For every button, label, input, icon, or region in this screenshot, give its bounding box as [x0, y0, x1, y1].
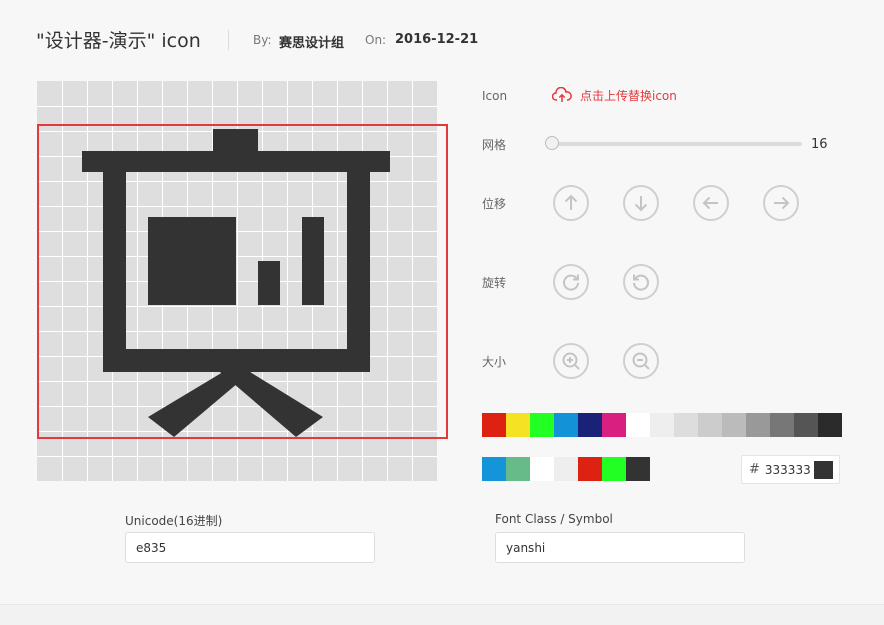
grid-size-slider[interactable] — [545, 136, 802, 151]
upload-icon-button[interactable]: 点击上传替换icon — [552, 86, 677, 104]
main-color-swatch[interactable] — [674, 413, 698, 437]
header-divider — [228, 30, 229, 50]
author-label: By: — [253, 33, 272, 47]
grid-label: 网格 — [482, 138, 507, 152]
icon-big-square — [148, 217, 236, 305]
size-label: 大小 — [482, 355, 507, 369]
main-color-swatch[interactable] — [722, 413, 746, 437]
icon-top-bar — [82, 151, 390, 172]
hash-symbol: # — [749, 462, 760, 477]
arrow-left-icon — [702, 196, 718, 210]
icon-tall-bar — [302, 217, 324, 305]
recent-color-swatch[interactable] — [578, 457, 602, 481]
upload-text: 点击上传替换icon — [580, 88, 677, 103]
main-color-swatch[interactable] — [602, 413, 626, 437]
rotate-clockwise-button[interactable] — [553, 264, 589, 300]
main-color-swatch[interactable] — [698, 413, 722, 437]
main-color-swatch[interactable] — [482, 413, 506, 437]
grid-size-value: 16 — [811, 137, 828, 152]
zoom-out-icon — [632, 352, 650, 370]
recent-color-swatch[interactable] — [602, 457, 626, 481]
icon-left-post — [103, 172, 126, 372]
page-title: "设计器-演示" icon — [36, 30, 201, 52]
move-up-button[interactable] — [553, 185, 589, 221]
main-color-swatch[interactable] — [794, 413, 818, 437]
rotate-label: 旋转 — [482, 276, 507, 290]
arrow-right-icon — [774, 196, 790, 210]
icon-right-leg — [220, 372, 323, 437]
move-left-button[interactable] — [693, 185, 729, 221]
zoom-out-button[interactable] — [623, 343, 659, 379]
main-color-swatch[interactable] — [746, 413, 770, 437]
font-class-label: Font Class / Symbol — [495, 512, 613, 526]
icon-small-bar — [258, 261, 280, 305]
recent-color-swatch[interactable] — [554, 457, 578, 481]
unicode-label: Unicode(16进制) — [125, 514, 223, 528]
slider-knob[interactable] — [545, 136, 559, 150]
header-bar: "设计器-演示" icon By: 赛思设计组 On: 2016-12-21 — [0, 0, 884, 80]
main-color-swatch[interactable] — [578, 413, 602, 437]
date-value: 2016-12-21 — [395, 32, 479, 47]
slider-track[interactable] — [552, 142, 802, 146]
footer-area — [0, 605, 884, 625]
recent-color-swatch[interactable] — [482, 457, 506, 481]
font-class-input[interactable] — [495, 532, 745, 563]
color-preview-swatch — [814, 461, 833, 479]
main-color-swatch[interactable] — [506, 413, 530, 437]
arrow-down-icon — [634, 196, 648, 212]
hex-color-value[interactable]: 333333 — [765, 463, 811, 477]
icon-grid-canvas[interactable] — [37, 81, 448, 481]
main-color-swatch[interactable] — [650, 413, 674, 437]
rotate-counterclockwise-button[interactable] — [623, 264, 659, 300]
main-color-swatch[interactable] — [554, 413, 578, 437]
cloud-upload-icon — [552, 87, 572, 102]
unicode-input[interactable] — [125, 532, 375, 563]
icon-mount-top — [213, 129, 258, 151]
recent-color-swatch[interactable] — [530, 457, 554, 481]
author-value: 赛思设计组 — [279, 36, 345, 51]
move-right-button[interactable] — [763, 185, 799, 221]
icon-bottom-bar — [103, 349, 370, 372]
main-color-swatch[interactable] — [530, 413, 554, 437]
rotate-counterclockwise-icon — [633, 274, 649, 291]
recent-color-swatch[interactable] — [626, 457, 650, 481]
main-color-swatch[interactable] — [818, 413, 842, 437]
presentation-icon — [82, 129, 390, 437]
move-label: 位移 — [482, 197, 507, 211]
rotate-clockwise-icon — [563, 274, 579, 291]
hex-color-input[interactable]: # 333333 — [741, 455, 840, 484]
zoom-in-icon — [562, 352, 580, 370]
zoom-in-button[interactable] — [553, 343, 589, 379]
recent-color-swatch[interactable] — [506, 457, 530, 481]
date-label: On: — [365, 33, 387, 47]
main-color-swatch[interactable] — [770, 413, 794, 437]
arrow-up-icon — [564, 194, 578, 210]
main-color-swatch[interactable] — [626, 413, 650, 437]
icon-right-post — [347, 172, 370, 372]
move-down-button[interactable] — [623, 185, 659, 221]
icon-label: Icon — [482, 89, 508, 103]
